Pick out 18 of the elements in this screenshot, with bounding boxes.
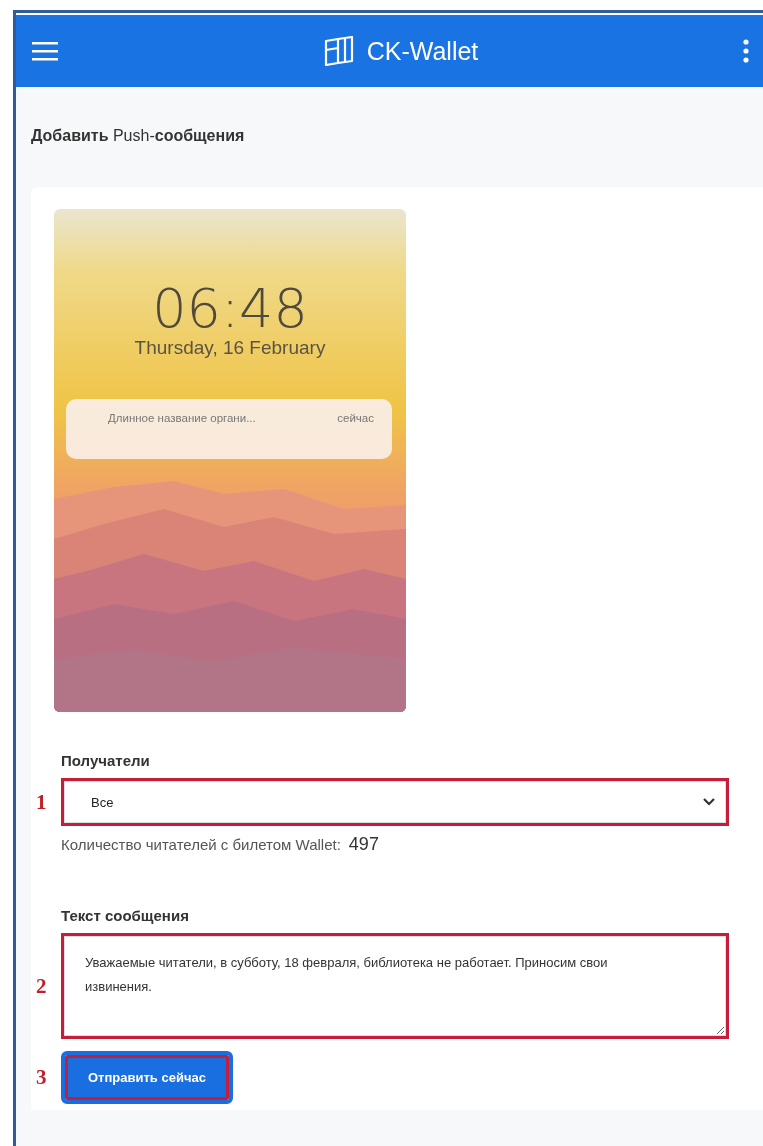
notification-time: сейчас	[337, 412, 374, 426]
message-textarea[interactable]: Уважаемые читатели, в субботу, 18 февраля, библиотека не работает. Приносим свои извинения.	[64, 936, 726, 1036]
clock-time: 06:48	[151, 277, 309, 340]
clock-date: Thursday, 16 February	[133, 337, 327, 359]
recipients-label: Получатели	[61, 752, 150, 769]
recipients-select[interactable]: Все	[64, 781, 726, 823]
chevron-down-icon	[703, 798, 715, 806]
more-options-icon[interactable]	[743, 39, 749, 63]
annotation-number: 3	[36, 1065, 48, 1090]
notification-sender: Длинное название органи...	[108, 412, 256, 426]
app-title: CK-Wallet	[366, 36, 479, 66]
menu-icon[interactable]	[32, 41, 58, 61]
reader-count: 497	[348, 834, 379, 855]
page-title: Добавить Push-сообщения	[31, 127, 246, 145]
message-label: Текст сообщения	[61, 907, 189, 924]
annotation-number: 1	[36, 789, 48, 815]
reader-count-label: Количество читателей с билетом Wallet:	[61, 836, 341, 853]
annotation-number: 2	[36, 973, 48, 999]
